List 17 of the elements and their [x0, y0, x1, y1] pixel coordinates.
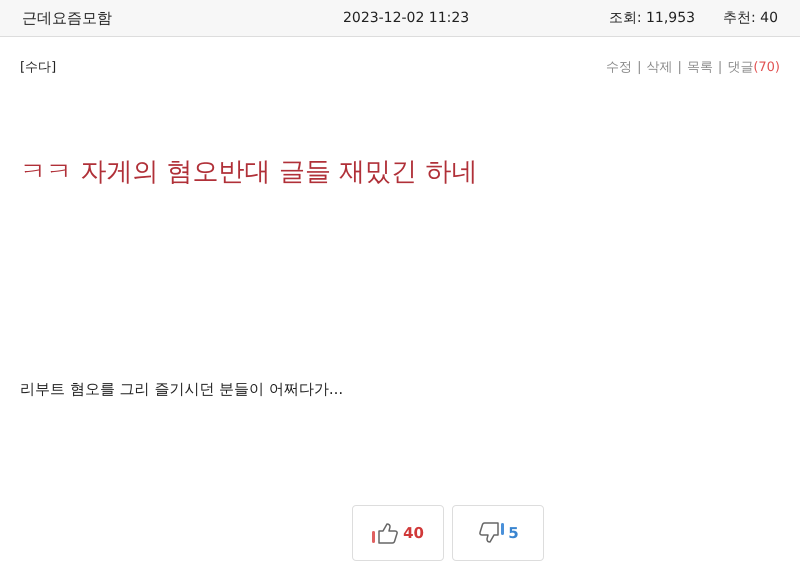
post-title: ㅋㅋ 자게의 혐오반대 글들 재밌긴 하네 — [19, 156, 478, 188]
separator: | — [637, 59, 642, 77]
thumbs-down-icon — [476, 521, 506, 545]
author-name: 근데요즘모함 — [22, 8, 112, 29]
comments-link[interactable]: 댓글(70) — [727, 58, 780, 78]
category-label: [수다] — [20, 59, 56, 77]
post-datetime: 2023-12-02 11:23 — [343, 8, 470, 28]
separator: | — [718, 59, 722, 77]
downvote-button[interactable]: 5 — [452, 505, 544, 561]
recommend-count: 추천: 40 — [723, 8, 778, 28]
action-link[interactable]: 삭제 — [646, 58, 673, 78]
upvote-button[interactable]: 40 — [352, 505, 444, 561]
post-body: 리부트 혐오를 그리 즐기시던 분들이 어쩌다가... — [19, 378, 344, 400]
action-link[interactable]: 목록 — [686, 58, 713, 78]
action-link[interactable]: 수정 — [606, 58, 632, 78]
view-count: 조회: 11,953 — [608, 8, 696, 28]
separator: | — [678, 59, 682, 77]
